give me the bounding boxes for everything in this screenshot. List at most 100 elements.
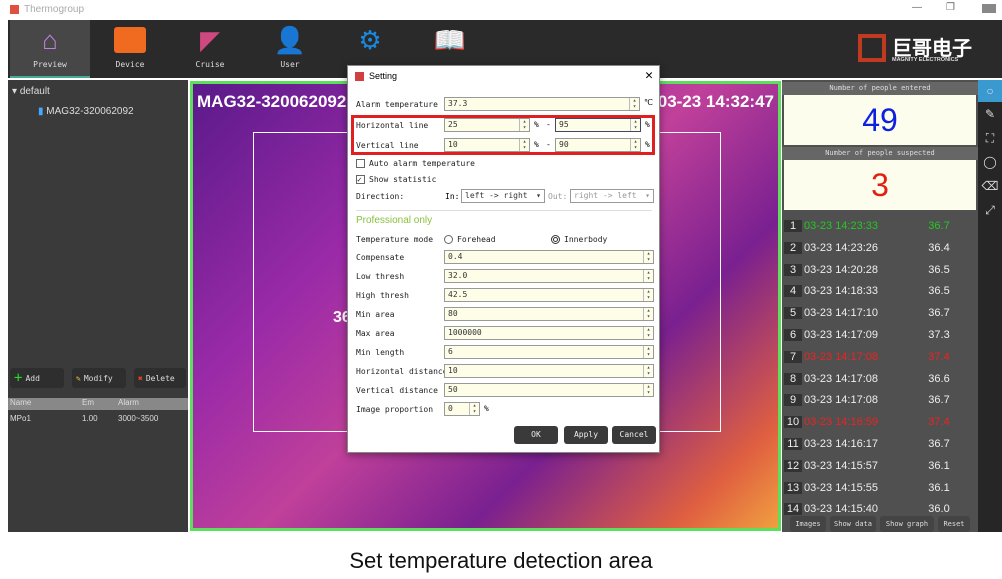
pencil-icon[interactable]: ✎ <box>978 102 1002 126</box>
dialog-icon <box>355 72 364 81</box>
spinner[interactable]: ▴ ▾ <box>519 139 529 151</box>
tab-device[interactable]: Device <box>90 20 170 78</box>
tab-cruise[interactable]: ◤ Cruise <box>170 20 250 78</box>
tool-strip: ○ ✎ ⛶ ◯ ⌫ ⤢ <box>978 80 1002 532</box>
direction-out-select[interactable]: right -> left ▾ <box>570 189 654 203</box>
horizontal-from-input[interactable]: 25 ▴ ▾ <box>444 118 530 132</box>
separator: - <box>546 140 551 149</box>
video-device-label: MAG32-320062092 <box>197 92 347 111</box>
record-row[interactable]: 5 03-23 14:17:10 36.7 <box>784 303 970 323</box>
record-row[interactable]: 12 03-23 14:15:57 36.1 <box>784 456 970 476</box>
show-graph-button[interactable]: Show graph <box>880 516 934 532</box>
record-row[interactable]: 13 03-23 14:15:55 36.1 <box>784 478 970 498</box>
circle-tool-icon[interactable]: ○ <box>978 80 1002 102</box>
record-row[interactable]: 1 03-23 14:23:33 36.7 <box>784 216 970 236</box>
image-proportion-label: Image proportion <box>356 404 434 414</box>
spinner[interactable]: ▴ ▾ <box>643 327 653 339</box>
maximize-button[interactable]: ❐ <box>946 2 955 13</box>
home-icon: ⌂ <box>42 24 58 55</box>
device-icon <box>90 20 170 60</box>
spinner[interactable]: ▴ ▾ <box>643 346 653 358</box>
eraser-icon[interactable]: ⌫ <box>978 174 1002 198</box>
suspected-count: 3 <box>784 160 976 210</box>
fullscreen-icon[interactable]: ⤢ <box>978 198 1002 222</box>
unit-label: % <box>645 140 650 149</box>
show-data-button[interactable]: Show data <box>830 516 876 532</box>
field-input[interactable]: 32.0 ▴ ▾ <box>444 269 654 283</box>
apply-button[interactable]: Apply <box>564 426 608 444</box>
tab-preview[interactable]: ⌂ Preview <box>10 20 90 78</box>
record-row[interactable]: 10 03-23 14:16:59 37.4 <box>784 412 970 432</box>
field-input[interactable]: 80 ▴ ▾ <box>444 307 654 321</box>
radio-forehead[interactable]: Forehead <box>444 232 496 246</box>
record-row[interactable]: 6 03-23 14:17:09 37.3 <box>784 325 970 345</box>
record-row[interactable]: 7 03-23 14:17:08 37.4 <box>784 347 970 367</box>
spinner[interactable]: ▴ ▾ <box>519 119 529 131</box>
app-icon <box>10 5 19 14</box>
modify-button[interactable]: ✎ Modify <box>72 368 126 388</box>
spinner[interactable]: ▴ ▾ <box>643 308 653 320</box>
temp-mode-label: Temperature mode <box>356 234 434 244</box>
delete-icon: ✖ <box>138 373 143 383</box>
close-button[interactable] <box>982 4 996 13</box>
spinner[interactable]: ▴ ▾ <box>643 289 653 301</box>
entered-count: 49 <box>784 95 976 145</box>
show-statistic-checkbox[interactable]: ✓ Show statistic <box>356 172 436 186</box>
record-row[interactable]: 11 03-23 14:16:17 36.7 <box>784 434 970 454</box>
gear-icon: ⚙ <box>358 24 382 55</box>
spinner[interactable]: ▴ ▾ <box>630 139 640 151</box>
alarm-temp-input[interactable]: 37.3 ▴ ▾ <box>444 97 640 111</box>
focus-icon[interactable]: ⛶ <box>978 126 1002 150</box>
images-button[interactable]: Images <box>790 516 826 532</box>
table-row[interactable]: MPo1 1.00 3000~3500 <box>8 414 188 426</box>
ok-button[interactable]: OK <box>514 426 558 444</box>
window-title: Thermogroup <box>24 4 85 15</box>
spinner[interactable]: ▴ ▾ <box>469 403 479 415</box>
field-input[interactable]: 50 ▴ ▾ <box>444 383 654 397</box>
horizontal-line-label: Horizontal line <box>356 120 429 130</box>
tree-item-device[interactable]: ▮ MAG32-320062092 <box>38 106 134 117</box>
image-proportion-input[interactable]: 0 ▴ ▾ <box>444 402 480 416</box>
camera-icon: ◤ <box>200 24 220 55</box>
record-row[interactable]: 3 03-23 14:20:28 36.5 <box>784 260 970 280</box>
direction-in-select[interactable]: left -> right ▾ <box>461 189 545 203</box>
minimize-button[interactable]: — <box>912 2 922 13</box>
radio-innerbody[interactable]: Innerbody <box>551 232 607 246</box>
lasso-icon[interactable]: ◯ <box>978 150 1002 174</box>
title-bar: Thermogroup — ❐ <box>0 0 1002 20</box>
record-row[interactable]: 4 03-23 14:18:33 36.5 <box>784 281 970 301</box>
field-input[interactable]: 6 ▴ ▾ <box>444 345 654 359</box>
dialog-close-icon[interactable]: ✕ <box>645 68 653 83</box>
reset-button[interactable]: Reset <box>938 516 970 532</box>
vertical-line-label: Vertical line <box>356 140 419 150</box>
delete-button[interactable]: ✖ Delete <box>134 368 186 388</box>
auto-alarm-checkbox[interactable]: Auto alarm temperature <box>356 156 475 170</box>
spinner[interactable]: ▴ ▾ <box>643 384 653 396</box>
professional-heading: Professional only <box>356 215 433 226</box>
spinner[interactable]: ▴ ▾ <box>643 365 653 377</box>
tree-group-default[interactable]: ▾ default <box>12 86 50 97</box>
cancel-button[interactable]: Cancel <box>612 426 656 444</box>
chevron-down-icon: ▾ <box>536 191 541 200</box>
out-label: Out: <box>548 192 568 201</box>
field-label: Max area <box>356 328 395 338</box>
add-button[interactable]: + Add <box>10 368 64 388</box>
record-row[interactable]: 9 03-23 14:17:08 36.7 <box>784 390 970 410</box>
field-label: Low thresh <box>356 271 405 281</box>
horizontal-to-input[interactable]: 95 ▴ ▾ <box>555 118 641 132</box>
spinner[interactable]: ▴ ▾ <box>629 98 639 110</box>
field-input[interactable]: 10 ▴ ▾ <box>444 364 654 378</box>
spinner[interactable]: ▴ ▾ <box>630 119 640 131</box>
pencil-icon: ✎ <box>76 373 81 383</box>
spinner[interactable]: ▴ ▾ <box>643 270 653 282</box>
tab-user[interactable]: 👤 User <box>250 20 330 78</box>
record-row[interactable]: 8 03-23 14:17:08 36.6 <box>784 369 970 389</box>
field-input[interactable]: 42.5 ▴ ▾ <box>444 288 654 302</box>
vertical-to-input[interactable]: 90 ▴ ▾ <box>555 138 641 152</box>
record-row[interactable]: 2 03-23 14:23:26 36.4 <box>784 238 970 258</box>
vertical-from-input[interactable]: 10 ▴ ▾ <box>444 138 530 152</box>
field-label: Min length <box>356 347 405 357</box>
field-input[interactable]: 0.4 ▴ ▾ <box>444 250 654 264</box>
spinner[interactable]: ▴ ▾ <box>643 251 653 263</box>
field-input[interactable]: 1000000 ▴ ▾ <box>444 326 654 340</box>
